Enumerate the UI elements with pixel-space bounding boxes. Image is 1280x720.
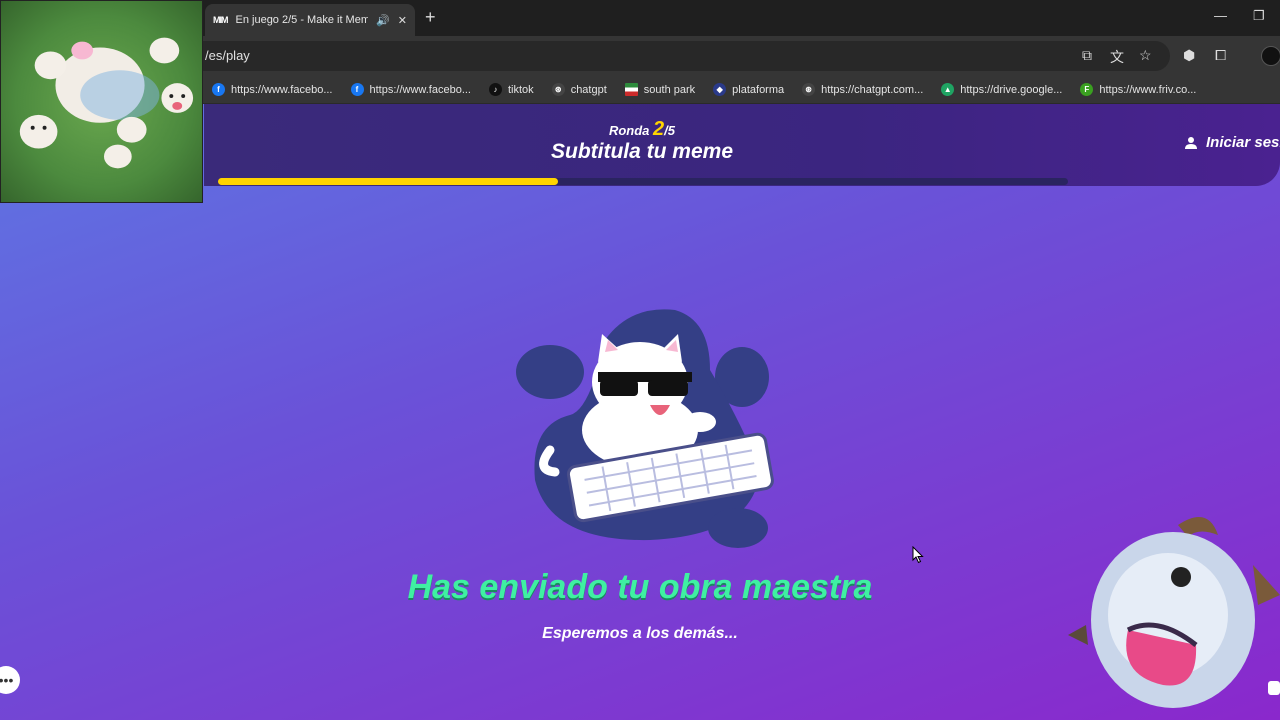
extension-icon[interactable]: ⬢ [1183, 47, 1195, 64]
puzzle-icon[interactable]: ⧠ [1215, 47, 1226, 64]
bookmark-friv[interactable]: F https://www.friv.co... [1080, 83, 1196, 96]
bookmark-google-drive[interactable]: ▲ https://drive.google... [941, 83, 1062, 96]
flag-icon [624, 83, 638, 96]
bookmark-label: https://chatgpt.com... [821, 83, 924, 96]
facebook-icon: f [212, 83, 225, 96]
restore-icon[interactable]: ❐ [1253, 8, 1265, 24]
round-progress-fill [218, 178, 558, 185]
user-icon [1185, 136, 1197, 149]
bookmark-label: https://drive.google... [960, 83, 1063, 96]
bookmark-tiktok[interactable]: ♪ tiktok [489, 83, 534, 96]
bookmark-label: plataforma [732, 83, 785, 96]
login-button[interactable]: Iniciar sesi [1184, 134, 1280, 151]
friv-icon: F [1080, 83, 1094, 96]
bookmark-label: https://www.facebo... [369, 83, 472, 96]
bookmark-chatgpt[interactable]: ⊛ chatgpt [551, 83, 607, 96]
plus-icon[interactable]: + [425, 7, 436, 28]
address-bar[interactable]: /es/play [180, 41, 1170, 71]
login-label: Iniciar sesi [1206, 134, 1280, 151]
round-progress-bar [218, 178, 1068, 185]
bookmark-label: https://www.facebo... [231, 83, 333, 96]
bookmark-plataforma[interactable]: ◆ plataforma [713, 83, 784, 96]
bookmark-facebook-1[interactable]: f https://www.facebo... [212, 83, 333, 96]
chatgpt-icon: ⊛ [802, 83, 816, 96]
bookmark-chatgpt-com[interactable]: ⊛ https://chatgpt.com... [802, 83, 923, 96]
waiting-subtitle: Esperemos a los demás... [542, 625, 738, 642]
mouse-cursor [912, 546, 924, 564]
speaker-icon[interactable]: 🔊 [376, 14, 390, 27]
star-icon[interactable]: ☆ [1139, 47, 1152, 64]
bookmark-south-park[interactable]: south park [624, 83, 696, 96]
translate-icon[interactable]: 文 [1110, 47, 1124, 67]
poro-mascot-overlay [1068, 517, 1280, 708]
submission-title: Has enviado tu obra maestra [407, 568, 873, 606]
game-header: Ronda 2/5 Subtitula tu meme Iniciar sesi [204, 104, 1280, 186]
google-drive-icon: ▲ [941, 83, 955, 96]
bookmark-label: south park [643, 83, 696, 96]
phase-title: Subtitula tu meme [550, 140, 734, 163]
minimize-icon[interactable]: — [1214, 8, 1227, 23]
round-current: 2 [653, 118, 665, 140]
facebook-icon: f [350, 83, 364, 96]
browser-tab[interactable]: MIM En juego 2/5 - Make it Meme 🔊 ✕ [205, 4, 415, 36]
tab-favicon: MIM [213, 15, 228, 25]
round-indicator: Ronda 2/5 [204, 118, 1080, 141]
bookmark-label: chatgpt [570, 83, 607, 96]
tab-title: En juego 2/5 - Make it Meme [235, 14, 369, 26]
webcam-overlay [0, 0, 203, 203]
chat-icon[interactable]: ••• [0, 666, 20, 694]
profile-avatar[interactable] [1261, 46, 1280, 66]
round-total: /5 [664, 123, 676, 138]
plataforma-icon: ◆ [713, 83, 727, 96]
bookmark-facebook-2[interactable]: f https://www.facebo... [350, 83, 472, 96]
chatgpt-icon: ⊛ [551, 83, 565, 96]
close-icon[interactable]: ✕ [398, 14, 407, 27]
bookmark-label: https://www.friv.co... [1099, 83, 1197, 96]
tiktok-icon: ♪ [489, 83, 502, 96]
round-label: Ronda [608, 123, 650, 138]
cast-icon[interactable]: ⧉ [1082, 47, 1092, 64]
bookmark-label: tiktok [508, 83, 534, 96]
cat-keyboard-illustration [516, 309, 774, 548]
